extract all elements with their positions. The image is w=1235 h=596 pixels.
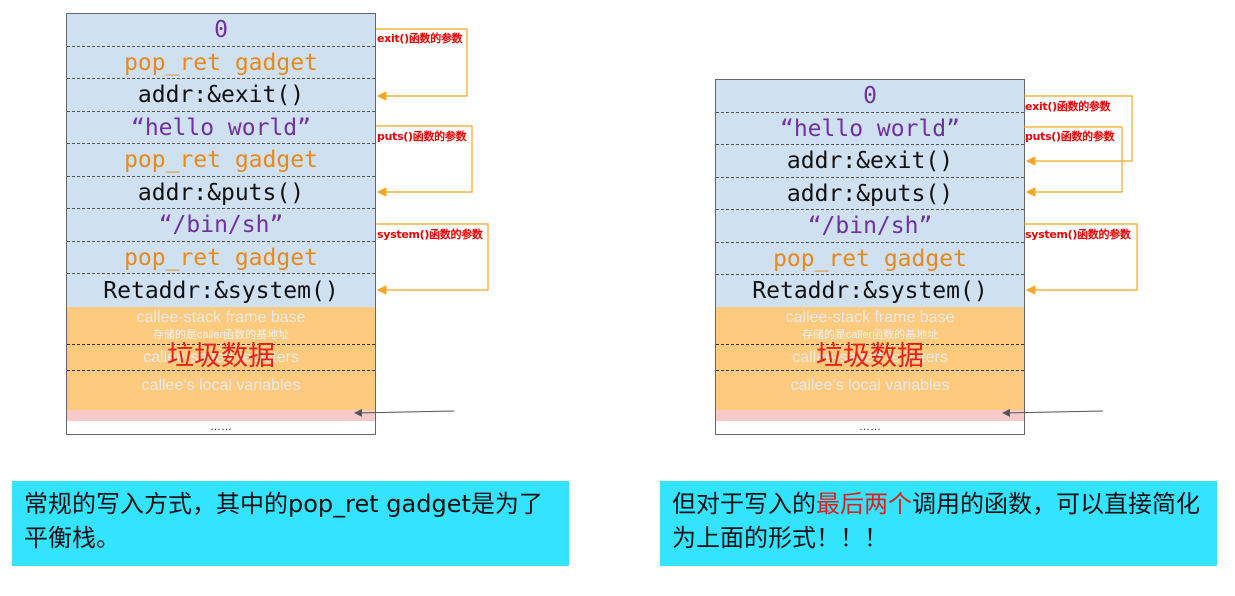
- right-puts-annotation: puts()函数的参数: [1025, 130, 1115, 143]
- left-system-annotation: system()函数的参数: [377, 228, 483, 241]
- right-pointer-arrow: [1002, 408, 1104, 417]
- right-caption: 但对于写入的最后两个调用的函数，可以直接简化为上面的形式！！！: [660, 481, 1217, 566]
- left-pointer-arrow: [354, 408, 455, 417]
- left-puts-annotation: puts()函数的参数: [377, 130, 467, 143]
- left-exit-annotation: exit()函数的参数: [377, 32, 463, 45]
- right-system-annotation: system()函数的参数: [1025, 228, 1131, 241]
- right-caption-highlight: 最后两个: [816, 490, 912, 518]
- right-caption-before: 但对于写入的: [672, 490, 816, 518]
- left-caption: 常规的写入方式，其中的pop_ret gadget是为了平衡栈。: [12, 481, 569, 566]
- right-exit-annotation: exit()函数的参数: [1025, 100, 1111, 113]
